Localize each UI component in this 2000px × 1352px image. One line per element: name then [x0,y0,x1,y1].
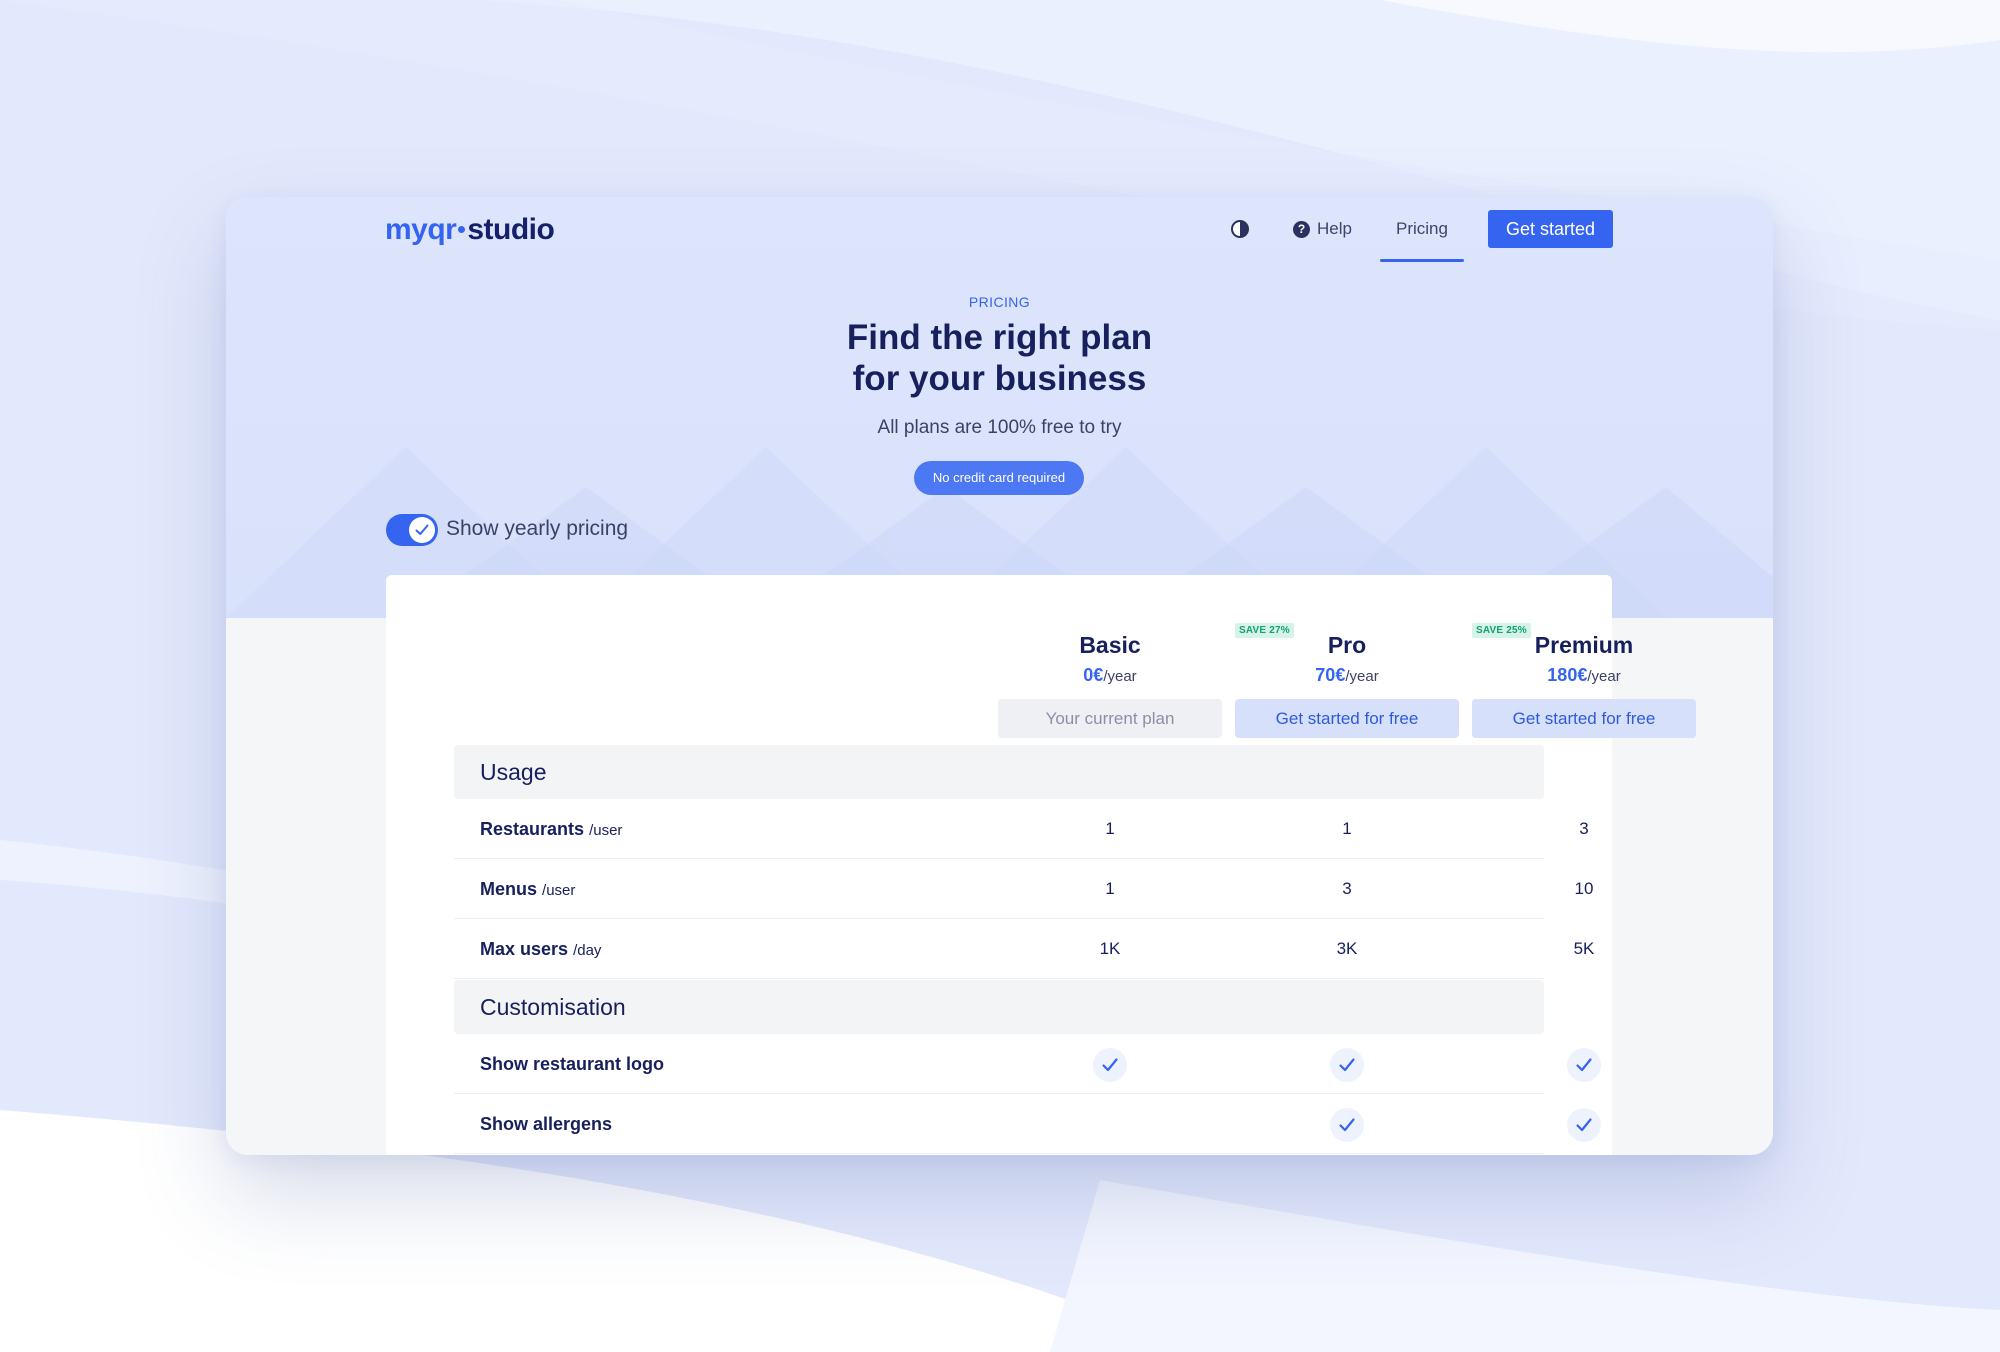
row-label-text: Max users [480,939,569,959]
cell-pro [1235,1034,1459,1094]
check-icon [1567,1107,1601,1142]
price-period: /year [1587,668,1621,685]
row-unit: /user [542,882,576,899]
cell-basic: 1 [1105,879,1115,898]
logo-text-studio: studio [467,213,555,246]
no-credit-card-badge: No credit card required [914,461,1084,495]
cell-premium [1472,1094,1696,1154]
row-label-text: Restaurants [480,819,585,839]
plan-basic: Basic 0€/year Your current plan [998,608,1222,738]
row-label: Show allergens [480,1114,613,1134]
hero-pattern [226,447,1773,618]
help-question-icon: ? [1293,220,1311,238]
pricing-table-card: Basic 0€/year Your current plan SAVE 27%… [386,575,1696,1155]
get-started-button[interactable]: Get started [1487,210,1613,248]
cell-basic [998,1034,1222,1094]
check-icon [1330,1047,1364,1082]
table-row: Restaurants /user 1 1 3 [454,799,1589,859]
page-title: Find the right plan for your business [226,317,1773,399]
cell-pro: 3K [1336,939,1358,958]
row-label: Show restaurant logo [480,1054,665,1074]
brand-logo[interactable]: myqr studio [385,213,555,247]
plan-premium: SAVE 25% Premium 180€/year Get started f… [1472,608,1696,738]
app-window: myqr studio ? Help Pricing Get started PR… [226,197,1773,1155]
cell-basic: 1 [1105,819,1115,838]
cell-basic [998,1094,1222,1154]
row-label: Restaurants /user [480,799,622,859]
check-icon [1330,1107,1364,1142]
table-row: Max users /day 1K 3K 5K [454,919,1594,979]
pricing-eyebrow: PRICING [968,294,1031,310]
cell-premium: 10 [1574,879,1594,898]
page-title-line2: for your business [852,359,1147,398]
nav-pricing-link[interactable]: Pricing [1379,211,1464,262]
table-row: Show allergens [454,1094,1601,1154]
section-customisation: Customisation [454,980,1544,1034]
row-label-text: Menus [480,879,538,899]
current-plan-button[interactable]: Your current plan [998,699,1222,738]
logo-dot [458,225,466,233]
plan-name: Basic [1079,632,1141,658]
cell-pro [1235,1094,1459,1154]
row-unit: /user [589,822,623,839]
cell-pro: 3 [1342,879,1352,898]
table-row: Show restaurant logo [454,1034,1601,1094]
hero-section [226,197,1773,618]
page-title-line1: Find the right plan [846,318,1153,357]
cell-basic: 1K [1099,939,1121,958]
cell-premium: 3 [1579,819,1589,838]
top-nav: ? Help Pricing Get started [1231,210,1613,262]
save-badge: SAVE 25% [1472,623,1531,638]
price-period: /year [1345,668,1379,685]
plan-price: 70€/year [1235,665,1459,686]
check-icon [1567,1047,1601,1082]
yearly-pricing-label: Show yearly pricing [446,517,629,540]
get-started-free-button-pro[interactable]: Get started for free [1235,699,1459,738]
price-amount: 180€ [1547,665,1588,685]
plan-pro: SAVE 27% Pro 70€/year Get started for fr… [1235,608,1459,738]
section-usage: Usage [454,745,1544,799]
row-label: Max users /day [480,919,601,979]
theme-contrast-icon[interactable] [1231,220,1250,238]
toggle-knob [409,517,435,543]
plan-price: 0€/year [998,665,1222,686]
help-label: Help [1317,219,1352,238]
row-label: Menus /user [480,859,575,919]
help-link[interactable]: ? Help [1293,219,1352,239]
price-period: /year [1103,668,1137,685]
page-subtitle: All plans are 100% free to try [877,417,1122,438]
table-row: Menus /user 1 3 10 [454,859,1593,919]
check-icon [415,524,429,535]
get-started-free-button-premium[interactable]: Get started for free [1472,699,1696,738]
yearly-pricing-toggle[interactable] [386,514,438,546]
cell-premium [1472,1034,1696,1094]
cell-pro: 1 [1342,819,1352,838]
logo-text-myqr: myqr [385,213,457,246]
plan-price: 180€/year [1472,665,1696,686]
save-badge: SAVE 27% [1235,623,1294,638]
row-unit: /day [573,942,602,959]
cell-premium: 5K [1573,939,1595,958]
check-icon [1093,1047,1127,1082]
price-amount: 0€ [1083,665,1104,685]
price-amount: 70€ [1315,665,1346,685]
